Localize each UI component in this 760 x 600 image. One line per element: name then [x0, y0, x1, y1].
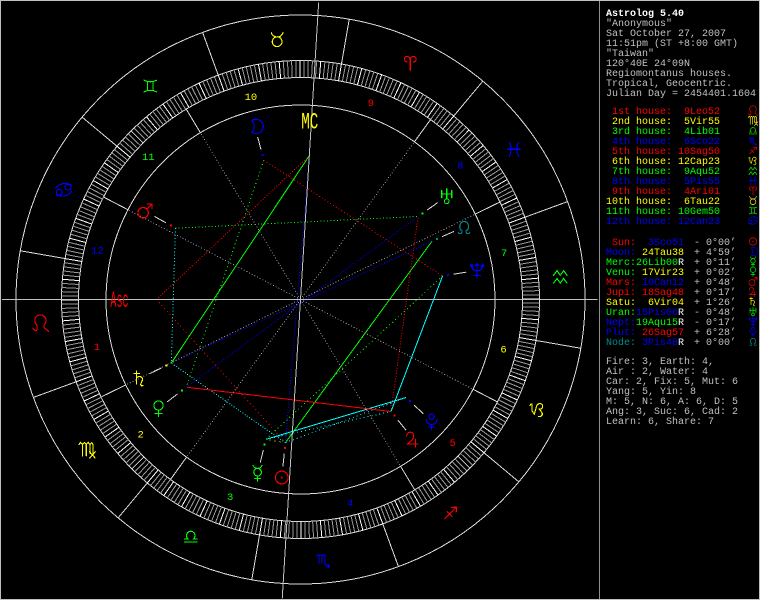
svg-text:4: 4 — [347, 498, 353, 510]
svg-text:Node:3Pis48R+ 0°00’: Node: 3Pis48R + 0°00’ — [606, 337, 736, 349]
svg-text:Asc: Asc — [110, 289, 128, 315]
svg-text:MC: MC — [301, 109, 318, 135]
svg-text:9: 9 — [368, 98, 374, 110]
svg-text:1: 1 — [94, 342, 100, 354]
svg-text:7: 7 — [501, 248, 507, 260]
svg-text:12th house: 12Can23: 12th house: 12Can23 — [606, 216, 720, 228]
svg-text:3: 3 — [227, 492, 233, 504]
svg-text:11: 11 — [142, 152, 155, 164]
svg-text:2: 2 — [137, 430, 143, 442]
svg-text:Julian Day = 2454401.1604: Julian Day = 2454401.1604 — [606, 88, 756, 100]
svg-text:Learn: 6, Share: 7: Learn: 6, Share: 7 — [606, 416, 714, 428]
svg-text:6: 6 — [500, 345, 506, 357]
svg-text:12: 12 — [91, 245, 104, 257]
svg-text:10: 10 — [245, 92, 258, 104]
svg-text:5: 5 — [450, 438, 456, 450]
svg-text:8: 8 — [457, 160, 463, 172]
